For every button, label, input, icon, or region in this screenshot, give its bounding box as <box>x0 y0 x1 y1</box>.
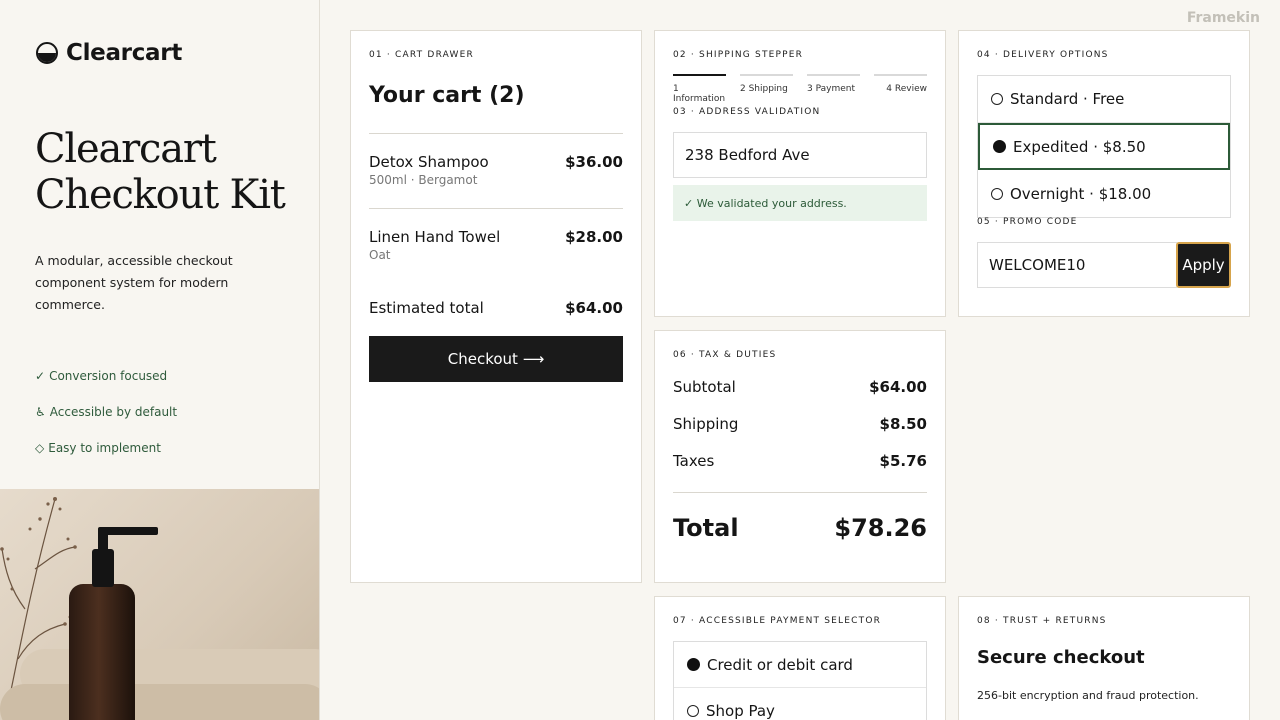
feature-item: ◇ Easy to implement <box>35 430 177 466</box>
product-photo <box>0 489 319 720</box>
payment-option-shop-pay[interactable]: Shop Pay <box>674 688 926 720</box>
option-label: Overnight · $18.00 <box>1010 184 1152 203</box>
brand: Clearcart <box>36 40 182 66</box>
radio-icon <box>687 704 699 717</box>
step-payment[interactable]: 3 Payment <box>807 74 860 98</box>
bottle <box>69 584 135 720</box>
total-label: Total <box>673 514 739 542</box>
trust-title: Secure checkout <box>977 647 1145 668</box>
shipping-stepper-card: 02 · SHIPPING STEPPER 1 Information 2 Sh… <box>654 30 946 317</box>
total-row: Total $78.26 <box>673 514 927 542</box>
tax-row-subtotal: Subtotal $64.00 <box>673 378 927 396</box>
address-input[interactable]: 238 Bedford Ave <box>673 132 927 178</box>
item-price: $28.00 <box>565 228 623 246</box>
radio-selected-icon <box>687 658 700 671</box>
cart-item: Linen Hand Towel Oat $28.00 <box>369 228 623 262</box>
feature-item: ✓ Conversion focused <box>35 358 177 394</box>
payment-option-card[interactable]: Credit or debit card <box>674 642 926 688</box>
item-price: $36.00 <box>565 153 623 171</box>
radio-icon <box>991 93 1003 105</box>
address-validation-message: ✓ We validated your address. <box>673 185 927 221</box>
accessibility-icon: ♿ <box>35 405 46 419</box>
option-label: Credit or debit card <box>707 655 853 674</box>
hero-title: Clearcart Checkout Kit <box>35 126 286 218</box>
section-label: 03 · ADDRESS VALIDATION <box>673 107 821 117</box>
radio-icon <box>991 187 1003 200</box>
diamond-icon: ◇ <box>35 441 45 455</box>
radio-selected-icon <box>993 140 1006 153</box>
feature-list: ✓ Conversion focused ♿ Accessible by def… <box>35 358 177 466</box>
tax-row-taxes: Taxes $5.76 <box>673 452 927 470</box>
item-variant: Oat <box>369 248 391 262</box>
section-label: 02 · SHIPPING STEPPER <box>673 50 804 60</box>
section-label: 01 · CART DRAWER <box>369 50 474 60</box>
step-shipping[interactable]: 2 Shipping <box>740 74 793 98</box>
section-label: 05 · PROMO CODE <box>977 217 1078 227</box>
brand-logo-icon <box>36 42 58 64</box>
promo-code-input[interactable]: WELCOME10 <box>977 242 1177 288</box>
trust-returns-card: 08 · TRUST + RETURNS Secure checkout 256… <box>958 596 1250 720</box>
option-label: Shop Pay <box>706 701 775 720</box>
payment-option-group: Credit or debit card Shop Pay <box>673 641 927 720</box>
bottle-neck <box>92 549 114 587</box>
divider <box>369 208 623 209</box>
shipping-stepper: 1 Information 2 Shipping 3 Payment 4 Rev… <box>673 74 927 104</box>
section-label: 07 · ACCESSIBLE PAYMENT SELECTOR <box>673 616 882 626</box>
estimated-total-value: $64.00 <box>565 299 623 317</box>
trust-description: 256-bit encryption and fraud protection. <box>977 689 1199 702</box>
row-value: $8.50 <box>879 415 927 433</box>
delivery-option-group: Standard · Free Expedited · $8.50 Overni… <box>977 75 1231 218</box>
feature-label: Accessible by default <box>49 405 178 419</box>
payment-selector-card: 07 · ACCESSIBLE PAYMENT SELECTOR Credit … <box>654 596 946 720</box>
watermark: Framekin <box>1186 10 1260 26</box>
estimated-total: Estimated total $64.00 <box>369 299 623 317</box>
tax-duties-card: 06 · TAX & DUTIES Subtotal $64.00 Shippi… <box>654 330 946 583</box>
apply-button[interactable]: Apply <box>1176 242 1231 288</box>
row-value: $64.00 <box>869 378 927 396</box>
cart-drawer-card: 01 · CART DRAWER Your cart (2) Detox Sha… <box>350 30 642 583</box>
estimated-total-label: Estimated total <box>369 299 484 317</box>
feature-item: ♿ Accessible by default <box>35 394 177 430</box>
divider <box>673 492 927 493</box>
feature-label: Conversion focused <box>49 369 168 383</box>
brand-name: Clearcart <box>66 40 183 66</box>
step-review[interactable]: 4 Review <box>874 74 927 98</box>
cart-item: Detox Shampoo 500ml · Bergamot $36.00 <box>369 153 623 187</box>
divider <box>369 133 623 134</box>
section-label: 04 · DELIVERY OPTIONS <box>977 50 1109 60</box>
section-label: 06 · TAX & DUTIES <box>673 350 777 360</box>
towel <box>0 684 319 720</box>
feature-label: Easy to implement <box>48 441 161 455</box>
total-value: $78.26 <box>834 514 927 542</box>
delivery-option-standard[interactable]: Standard · Free <box>978 76 1230 123</box>
cart-title: Your cart (2) <box>369 83 525 108</box>
row-value: $5.76 <box>879 452 927 470</box>
section-label: 08 · TRUST + RETURNS <box>977 616 1107 626</box>
tax-row-shipping: Shipping $8.50 <box>673 415 927 433</box>
delivery-option-expedited[interactable]: Expedited · $8.50 <box>978 123 1230 170</box>
row-label: Shipping <box>673 415 739 433</box>
row-label: Taxes <box>673 452 715 470</box>
delivery-options-card: 04 · DELIVERY OPTIONS Standard · Free Ex… <box>958 30 1250 317</box>
hero-description: A modular, accessible checkout component… <box>35 253 233 312</box>
bottle-pump <box>98 527 158 535</box>
check-icon: ✓ <box>35 369 46 383</box>
item-variant: 500ml · Bergamot <box>369 173 478 187</box>
checkout-button[interactable]: Checkout ⟶ <box>369 336 623 382</box>
delivery-option-overnight[interactable]: Overnight · $18.00 <box>978 170 1230 217</box>
option-label: Standard · Free <box>1010 90 1125 108</box>
row-label: Subtotal <box>673 378 736 396</box>
sidebar: Clearcart Clearcart Checkout Kit A modul… <box>0 0 320 720</box>
step-information[interactable]: 1 Information <box>673 74 726 104</box>
option-label: Expedited · $8.50 <box>1013 137 1146 156</box>
